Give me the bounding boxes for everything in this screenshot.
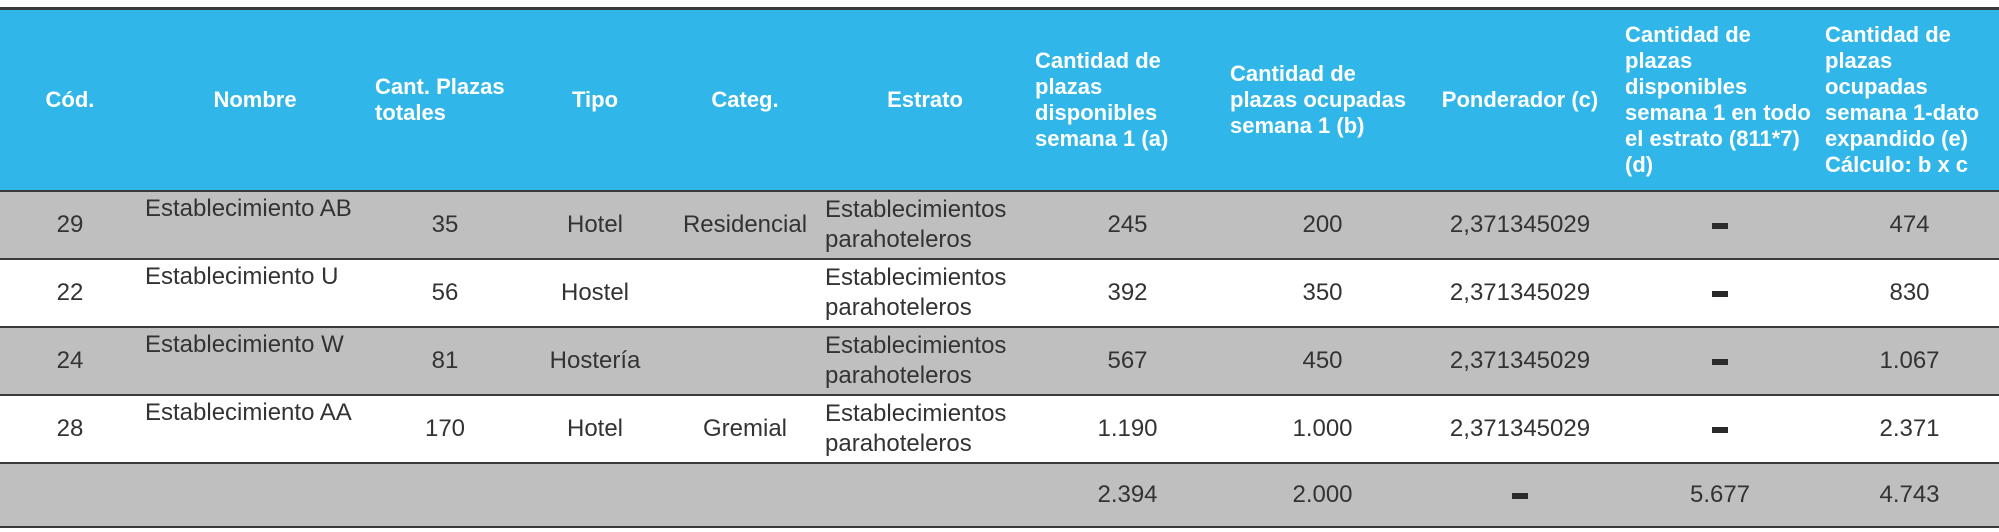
total-disp: 2.394	[1030, 463, 1225, 528]
cell-ponderador: 2,371345029	[1420, 327, 1620, 396]
total-empty	[370, 463, 520, 528]
cell-estrato: Establecimientos parahoteleros	[820, 191, 1030, 260]
cell-ocup: 1.000	[1225, 395, 1420, 464]
cell-expandido: 474	[1820, 191, 1999, 260]
cell-cod: 29	[0, 191, 140, 260]
cell-plazas: 35	[370, 191, 520, 260]
table-row: 29 Establecimiento AB 35 Hotel Residenci…	[0, 191, 1999, 260]
cell-expandido: 1.067	[1820, 327, 1999, 396]
cell-cod: 24	[0, 327, 140, 396]
total-empty	[140, 463, 370, 528]
dash-mark: –	[1712, 222, 1728, 229]
cell-plazas: 170	[370, 395, 520, 464]
cell-cod: 28	[0, 395, 140, 464]
cell-categ: Gremial	[670, 395, 820, 464]
totals-row: 2.394 2.000 – 5.677 4.743	[0, 463, 1999, 528]
cell-ponderador: 2,371345029	[1420, 191, 1620, 260]
cell-estrato: Establecimientos parahoteleros	[820, 327, 1030, 396]
total-empty	[670, 463, 820, 528]
dash-mark: –	[1712, 426, 1728, 433]
header-plazas-ocupadas: Cantidad de plazas ocupadas semana 1 (b)	[1225, 7, 1420, 192]
header-estrato: Estrato	[820, 7, 1030, 192]
header-nombre: Nombre	[140, 7, 370, 192]
cell-categ: Residencial	[670, 191, 820, 260]
cell-disp: 245	[1030, 191, 1225, 260]
cell-disp: 1.190	[1030, 395, 1225, 464]
header-tipo: Tipo	[520, 7, 670, 192]
dash-mark: –	[1712, 358, 1728, 365]
cell-estrato: Establecimientos parahoteleros	[820, 395, 1030, 464]
cell-nombre: Establecimiento W	[140, 327, 370, 396]
header-dato-expandido: Cantidad de plazas ocupadas semana 1-dat…	[1820, 7, 1999, 192]
cell-cod: 22	[0, 259, 140, 328]
total-expandido: 4.743	[1820, 463, 1999, 528]
cell-plazas: 81	[370, 327, 520, 396]
cell-disp-estrato: –	[1620, 191, 1820, 260]
cell-disp: 392	[1030, 259, 1225, 328]
table-row: 24 Establecimiento W 81 Hostería Estable…	[0, 327, 1999, 396]
table-row: 28 Establecimiento AA 170 Hotel Gremial …	[0, 395, 1999, 464]
cell-nombre: Establecimiento AA	[140, 395, 370, 464]
data-table: Cód. Nombre Cant. Plazas totales Tipo Ca…	[0, 7, 1999, 528]
cell-estrato: Establecimientos parahoteleros	[820, 259, 1030, 328]
cell-expandido: 2.371	[1820, 395, 1999, 464]
cell-categ	[670, 259, 820, 328]
cell-ocup: 200	[1225, 191, 1420, 260]
cell-expandido: 830	[1820, 259, 1999, 328]
table-row: 22 Establecimiento U 56 Hostel Estableci…	[0, 259, 1999, 328]
cell-categ	[670, 327, 820, 396]
cell-disp: 567	[1030, 327, 1225, 396]
cell-ocup: 350	[1225, 259, 1420, 328]
total-ponderador: –	[1420, 463, 1620, 528]
cell-ocup: 450	[1225, 327, 1420, 396]
cell-tipo: Hotel	[520, 395, 670, 464]
cell-ponderador: 2,371345029	[1420, 259, 1620, 328]
cell-ponderador: 2,371345029	[1420, 395, 1620, 464]
header-disponibles-estrato: Cantidad de plazas disponibles semana 1 …	[1620, 7, 1820, 192]
cell-plazas: 56	[370, 259, 520, 328]
cell-disp-estrato: –	[1620, 395, 1820, 464]
header-plazas-disponibles: Cantidad de plazas disponibles semana 1 …	[1030, 7, 1225, 192]
header-row: Cód. Nombre Cant. Plazas totales Tipo Ca…	[0, 7, 1999, 192]
header-categ: Categ.	[670, 7, 820, 192]
header-ponderador: Ponderador (c)	[1420, 7, 1620, 192]
total-empty	[520, 463, 670, 528]
cell-tipo: Hostería	[520, 327, 670, 396]
cell-nombre: Establecimiento U	[140, 259, 370, 328]
total-disp-estrato: 5.677	[1620, 463, 1820, 528]
total-ocup: 2.000	[1225, 463, 1420, 528]
header-plazas-totales: Cant. Plazas totales	[370, 7, 520, 192]
cell-disp-estrato: –	[1620, 259, 1820, 328]
total-empty	[820, 463, 1030, 528]
cell-nombre: Establecimiento AB	[140, 191, 370, 260]
dash-mark: –	[1712, 290, 1728, 297]
cell-tipo: Hotel	[520, 191, 670, 260]
cell-disp-estrato: –	[1620, 327, 1820, 396]
header-cod: Cód.	[0, 7, 140, 192]
dash-mark: –	[1512, 492, 1528, 499]
total-empty	[0, 463, 140, 528]
cell-tipo: Hostel	[520, 259, 670, 328]
